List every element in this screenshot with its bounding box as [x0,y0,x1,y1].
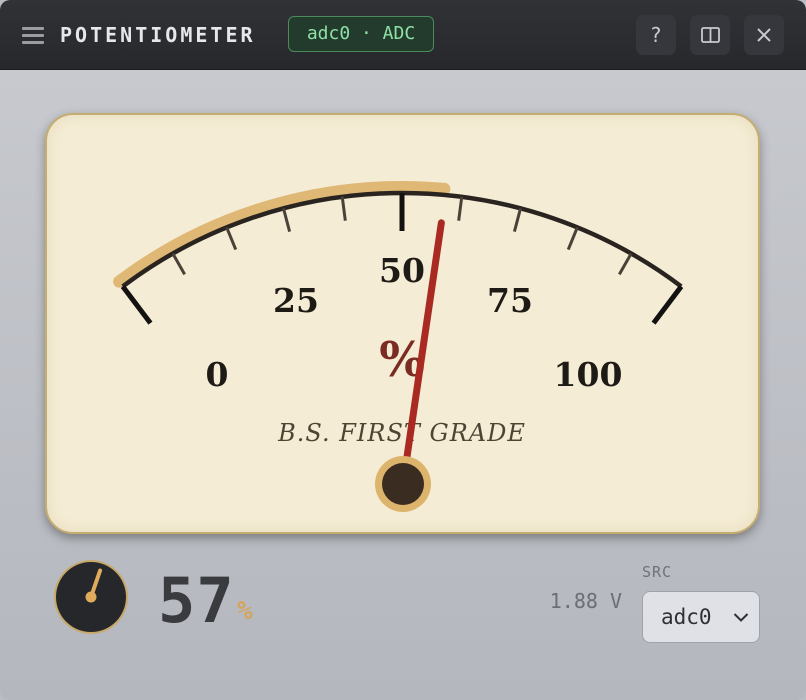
gauge-needle-hub [382,463,424,505]
gauge-tick [171,252,186,276]
gauge-tick [340,196,347,221]
knob-icon[interactable] [52,558,130,636]
gauge-tick [225,226,238,251]
gauge-tick [282,208,292,232]
gauge-tick [120,284,153,325]
gauge-tick-label: 100 [554,355,623,394]
chevron-down-icon [733,613,749,622]
gauge-tick-label: 50 [379,251,425,290]
voltage-readout: 1.88 V [549,589,622,613]
value-readout: 57 [158,564,235,637]
source-select-value: adc0 [661,605,712,629]
gauge-tick [512,208,522,232]
gauge-tick [566,226,579,251]
gauge-tick [618,252,633,276]
source-label: SRC [642,563,673,581]
value-unit: % [237,596,253,626]
gauge-tick-label: 0 [206,355,229,394]
source-select[interactable]: adc0 [642,591,760,643]
potentiometer-window: POTENTIOMETER adc0 · ADC ? 0 25 50 75 100 % … [0,0,806,700]
gauge-tick-label: 25 [273,281,319,320]
gauge-tick-label: 75 [487,281,533,320]
gauge-tick [651,284,684,325]
gauge-caption: B.S. FIRST GRADE [277,419,526,447]
gauge-tick [457,196,464,221]
